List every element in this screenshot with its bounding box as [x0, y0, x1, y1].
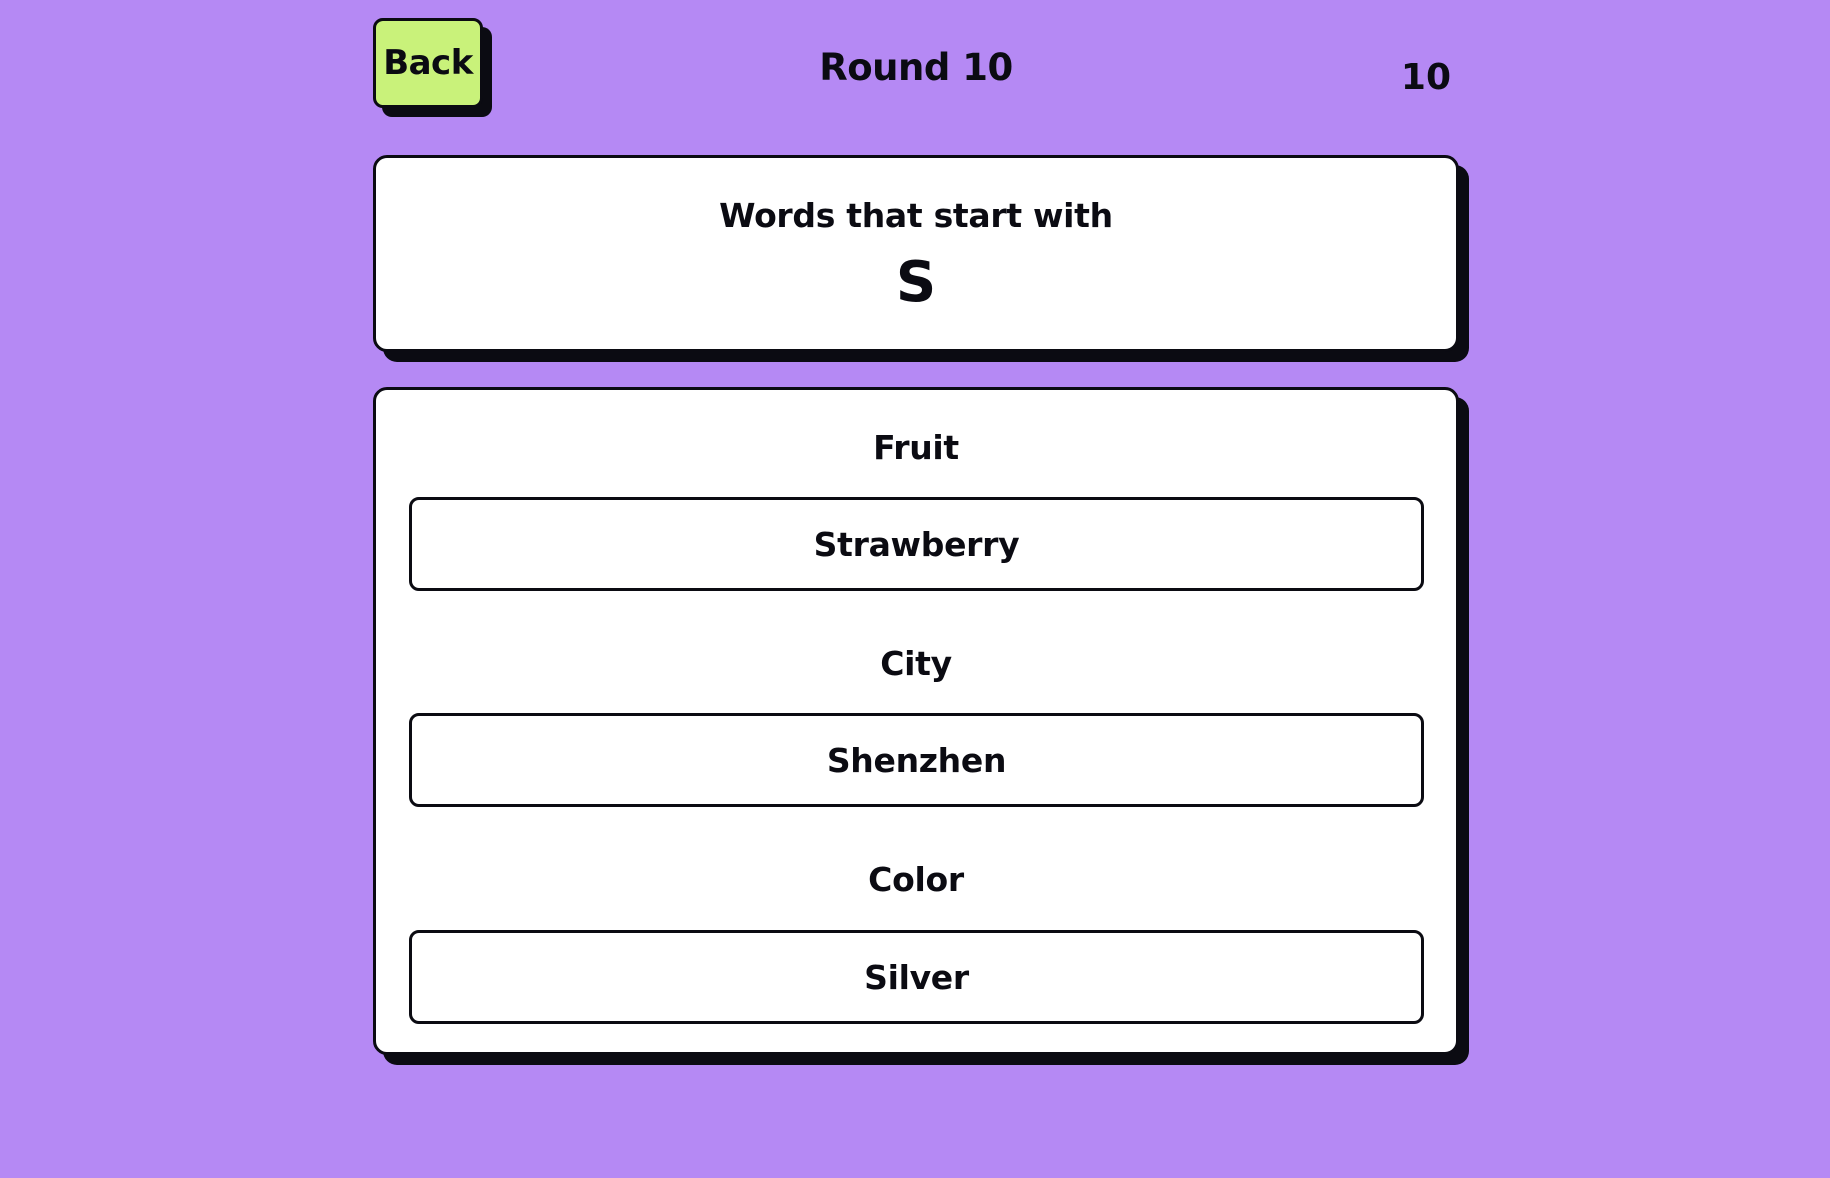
category-label-color: Color [868, 860, 964, 899]
score-counter: 10 [1400, 57, 1451, 98]
answers-card: Fruit Strawberry City Shenzhen Color Sil… [373, 387, 1459, 1055]
category-label-city: City [880, 644, 952, 683]
answer-field-fruit[interactable]: Strawberry [409, 497, 1424, 591]
category-label-fruit: Fruit [873, 428, 959, 467]
game-screen: Back Round 10 10 Words that start with S… [373, 0, 1459, 1178]
answer-field-color[interactable]: Silver [409, 930, 1424, 1024]
answer-field-city[interactable]: Shenzhen [409, 713, 1424, 807]
prompt-letter: S [895, 250, 937, 315]
prompt-card: Words that start with S [373, 155, 1459, 352]
prompt-text: Words that start with [719, 196, 1113, 235]
header: Back Round 10 10 [373, 18, 1459, 120]
round-title: Round 10 [819, 46, 1013, 89]
